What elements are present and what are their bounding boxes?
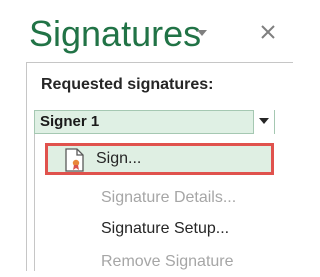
signature-setup-label: Signature Setup... [101, 220, 230, 237]
signature-details-menu-item[interactable]: Signature Details... [45, 183, 274, 213]
signature-document-icon [65, 148, 84, 172]
close-icon [261, 25, 275, 39]
signature-setup-menu-item[interactable]: Signature Setup... [45, 214, 274, 244]
pane-title: Signatures [29, 13, 202, 54]
requested-signatures-label: Requested signatures: [41, 76, 214, 93]
pane-options-button[interactable] [196, 26, 208, 38]
signer-dropdown[interactable]: Signer 1 [34, 110, 275, 134]
signer-dropdown-button[interactable] [253, 110, 274, 134]
close-pane-button[interactable] [260, 24, 276, 40]
sign-menu-item[interactable]: Sign... [45, 143, 274, 175]
chevron-down-icon [197, 30, 207, 36]
signer-name: Signer 1 [40, 113, 100, 130]
remove-signature-menu-item[interactable]: Remove Signature [45, 247, 274, 277]
caret-down-icon [259, 118, 269, 124]
sign-label: Sign... [96, 150, 142, 167]
signature-details-label: Signature Details... [101, 189, 237, 206]
remove-signature-label: Remove Signature [101, 253, 234, 270]
